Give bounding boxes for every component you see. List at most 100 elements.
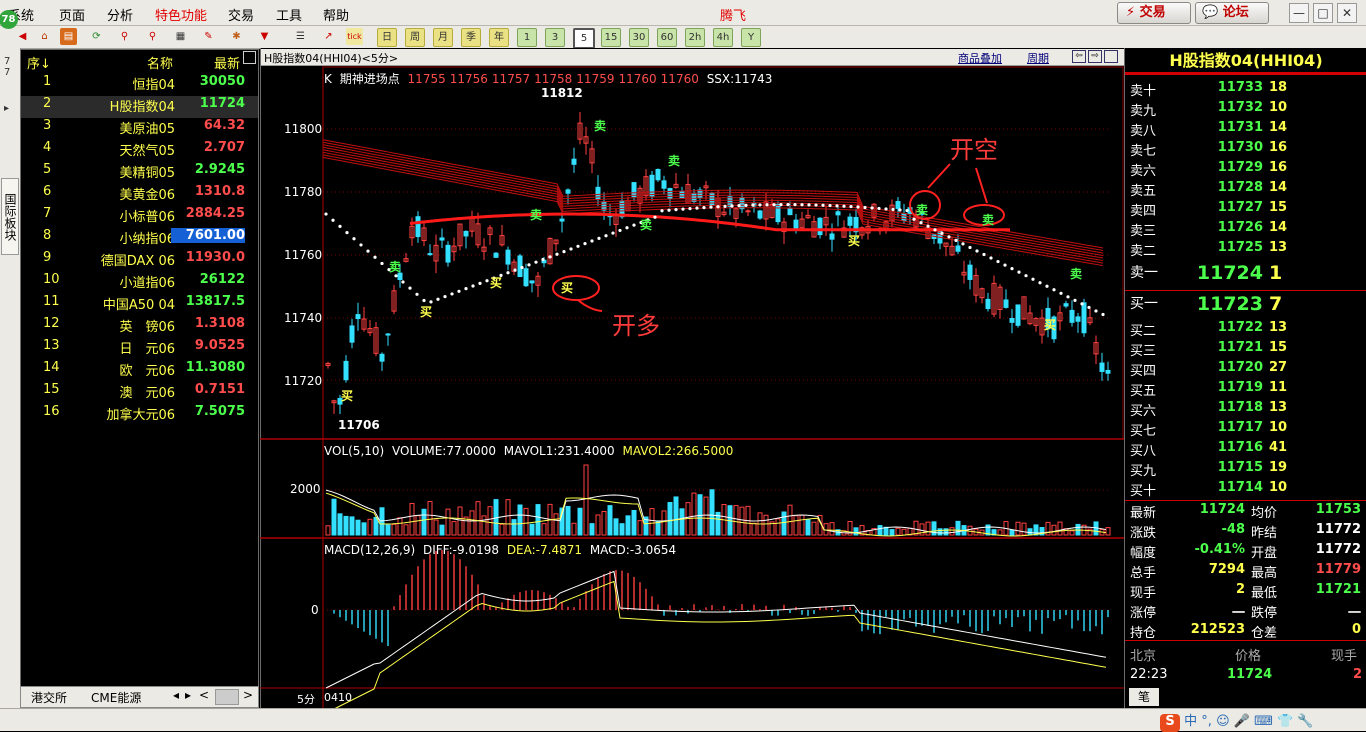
- sar-dot: [338, 224, 342, 228]
- ask-row[interactable]: 卖八 11731 14: [1125, 120, 1366, 140]
- close-icon[interactable]: ✕: [1337, 3, 1357, 23]
- watchlist-row[interactable]: 5 美精铜05 2.9245: [21, 162, 258, 184]
- report-icon[interactable]: ▤: [60, 28, 77, 45]
- back-icon[interactable]: ◀: [14, 28, 31, 45]
- bid-row[interactable]: 买五 11719 11: [1125, 380, 1366, 400]
- skin-icon[interactable]: 👕: [1277, 714, 1293, 729]
- min-30[interactable]: 30: [629, 28, 649, 47]
- year-btn[interactable]: Y: [741, 28, 761, 47]
- scroll-left-icon[interactable]: ◂: [173, 688, 179, 702]
- menu-help[interactable]: 帮助: [323, 5, 349, 24]
- emoji-icon[interactable]: ☺: [1216, 714, 1230, 729]
- menu-analysis[interactable]: 分析: [107, 5, 133, 24]
- header-seq[interactable]: 序↓: [27, 53, 51, 72]
- ask-row[interactable]: 卖九 11732 10: [1125, 100, 1366, 120]
- home-icon[interactable]: ⌂: [36, 28, 53, 45]
- bid-row[interactable]: 买六 11718 13: [1125, 400, 1366, 420]
- watchlist-row[interactable]: 9 德国DAX 06 11930.0: [21, 250, 258, 272]
- zoom-in-icon[interactable]: ⚲: [116, 28, 133, 45]
- ask-row[interactable]: 卖三 11726 14: [1125, 220, 1366, 240]
- filter-icon[interactable]: ▼: [256, 28, 273, 45]
- min-3[interactable]: 3: [545, 28, 565, 47]
- ask-row[interactable]: 卖一 11724 1: [1125, 262, 1366, 284]
- watchlist-row[interactable]: 8 小纳指06 7601.00: [21, 228, 258, 250]
- sogou-icon[interactable]: S: [1160, 714, 1180, 732]
- wrench-icon[interactable]: 🔧: [1297, 714, 1313, 729]
- hour-4[interactable]: 4h: [713, 28, 733, 47]
- mic-icon[interactable]: 🎤: [1234, 714, 1250, 729]
- ask-row[interactable]: 卖四 11727 15: [1125, 200, 1366, 220]
- volume-bar: [415, 515, 421, 536]
- ask-row[interactable]: 卖二 11725 13: [1125, 240, 1366, 260]
- forum-button[interactable]: 💬 论坛: [1195, 2, 1269, 24]
- min-1[interactable]: 1: [517, 28, 537, 47]
- period-day[interactable]: 日: [377, 28, 397, 47]
- watchlist-row[interactable]: 13 日 元06 9.0525: [21, 338, 258, 360]
- tab-international[interactable]: 国际板块: [1, 178, 19, 255]
- lang-icon[interactable]: 中: [1184, 714, 1197, 729]
- min-15[interactable]: 15: [601, 28, 621, 47]
- ask-row[interactable]: 卖七 11730 16: [1125, 140, 1366, 160]
- period-month[interactable]: 月: [433, 28, 453, 47]
- line-chart-icon[interactable]: ↗: [320, 28, 337, 45]
- ask-row[interactable]: 卖五 11728 14: [1125, 180, 1366, 200]
- scroll-right-icon[interactable]: ▸: [185, 688, 191, 702]
- bid-row[interactable]: 买十 11714 10: [1125, 480, 1366, 500]
- window-box-icon[interactable]: [243, 51, 256, 64]
- settings-icon[interactable]: ✱: [228, 28, 245, 45]
- bid-row[interactable]: 买二 11722 13: [1125, 320, 1366, 340]
- ask-row[interactable]: 卖十 11733 18: [1125, 80, 1366, 100]
- watchlist-row[interactable]: 10 小道指06 26122: [21, 272, 258, 294]
- min-5[interactable]: 5: [573, 28, 595, 49]
- period-season[interactable]: 季: [461, 28, 481, 47]
- header-name[interactable]: 名称: [147, 53, 173, 72]
- watchlist-row[interactable]: 16 加拿大元06 7.5075: [21, 404, 258, 426]
- watchlist-row[interactable]: 12 英 镑06 1.3108: [21, 316, 258, 338]
- min-60[interactable]: 60: [657, 28, 677, 47]
- bid-row[interactable]: 买四 11720 27: [1125, 360, 1366, 380]
- watchlist-row[interactable]: 14 欧 元06 11.3080: [21, 360, 258, 382]
- scroll-thumb[interactable]: [215, 689, 239, 705]
- hour-2[interactable]: 2h: [685, 28, 705, 47]
- tab-cme-energy[interactable]: CME能源: [91, 689, 141, 706]
- scroll-left-arrow[interactable]: <: [199, 688, 209, 702]
- tab-hkex[interactable]: 港交所: [31, 689, 67, 706]
- period-week[interactable]: 周: [405, 28, 425, 47]
- layout-icon[interactable]: ▦: [172, 28, 189, 45]
- menu-features[interactable]: 特色功能: [155, 5, 207, 24]
- maximize-icon[interactable]: □: [1313, 3, 1333, 23]
- candle-body: [745, 210, 751, 213]
- table-icon[interactable]: ☰: [292, 28, 309, 45]
- bid-row[interactable]: 买一 11723 7: [1125, 293, 1366, 315]
- expand-arrow-icon[interactable]: ▸: [4, 103, 9, 114]
- watchlist-row[interactable]: 2 H股指数04 11724: [21, 96, 258, 118]
- watchlist-row[interactable]: 6 美黄金06 1310.8: [21, 184, 258, 206]
- refresh-icon[interactable]: ⟳: [88, 28, 105, 45]
- bid-row[interactable]: 买八 11716 41: [1125, 440, 1366, 460]
- bid-row[interactable]: 买七 11717 10: [1125, 420, 1366, 440]
- watchlist-row[interactable]: 3 美原油05 64.32: [21, 118, 258, 140]
- zoom-out-icon[interactable]: ⚲: [144, 28, 161, 45]
- macd-dea-line: [334, 580, 1107, 708]
- header-latest[interactable]: 最新: [214, 53, 240, 72]
- trade-button[interactable]: ⚡ 交易: [1117, 2, 1191, 24]
- punct-icon[interactable]: °,: [1201, 714, 1212, 729]
- menu-tools[interactable]: 工具: [276, 5, 302, 24]
- bid-row[interactable]: 买三 11721 15: [1125, 340, 1366, 360]
- scroll-right-arrow[interactable]: >: [243, 688, 253, 702]
- tab-tick[interactable]: 笔: [1129, 688, 1159, 706]
- menu-page[interactable]: 页面: [59, 5, 85, 24]
- tick-icon[interactable]: tick: [346, 28, 363, 45]
- minimize-icon[interactable]: —: [1289, 3, 1309, 23]
- menu-trade[interactable]: 交易: [228, 5, 254, 24]
- keyboard-icon[interactable]: ⌨: [1254, 714, 1273, 729]
- draw-icon[interactable]: ✎: [200, 28, 217, 45]
- bid-row[interactable]: 买九 11715 19: [1125, 460, 1366, 480]
- watchlist-row[interactable]: 7 小标普06 2884.25: [21, 206, 258, 228]
- watchlist-row[interactable]: 4 天然气05 2.707: [21, 140, 258, 162]
- watchlist-row[interactable]: 11 中国A50 04 13817.5: [21, 294, 258, 316]
- watchlist-row[interactable]: 1 恒指04 30050: [21, 74, 258, 96]
- watchlist-row[interactable]: 15 澳 元06 0.7151: [21, 382, 258, 404]
- period-year[interactable]: 年: [489, 28, 509, 47]
- ask-row[interactable]: 卖六 11729 16: [1125, 160, 1366, 180]
